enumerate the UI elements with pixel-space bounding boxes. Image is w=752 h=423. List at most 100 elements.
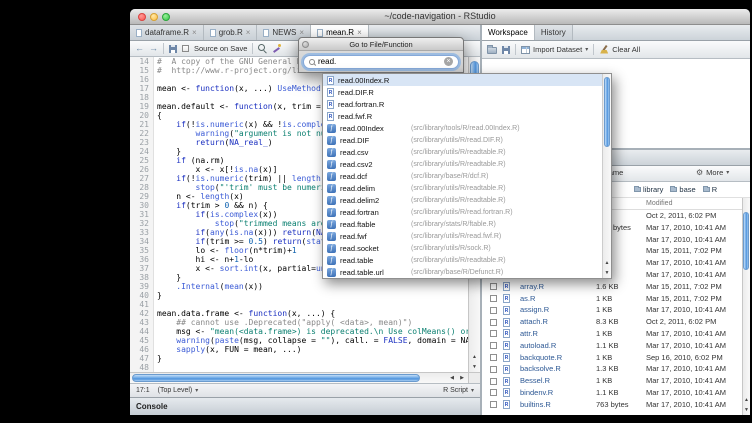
- scroll-down-arrow[interactable]: ▼: [603, 268, 611, 278]
- close-icon[interactable]: ×: [357, 29, 362, 37]
- window-titlebar[interactable]: ~/code-navigation - RStudio: [130, 9, 750, 25]
- close-icon[interactable]: ×: [192, 29, 197, 37]
- goto-result-function[interactable]: fread.csv(src/library/utils/R/readtable.…: [323, 146, 611, 158]
- load-workspace-icon[interactable]: [487, 47, 497, 54]
- save-icon[interactable]: [169, 45, 177, 53]
- row-checkbox[interactable]: [490, 342, 497, 349]
- goto-result-function[interactable]: fread.dcf(src/library/base/R/dcf.R): [323, 170, 611, 182]
- code-line[interactable]: msg <- "mean(<data.frame>) is deprecated…: [157, 327, 468, 336]
- forward-icon[interactable]: →: [149, 44, 158, 53]
- scroll-right-arrow[interactable]: ▶: [457, 373, 467, 383]
- code-line[interactable]: sapply(x, FUN = mean, ...): [157, 345, 468, 354]
- close-window-button[interactable]: [138, 13, 146, 21]
- row-checkbox[interactable]: [490, 401, 497, 408]
- file-name[interactable]: backquote.R: [520, 352, 562, 364]
- code-tools-icon[interactable]: [272, 44, 281, 53]
- code-line[interactable]: ## cannot use .Deprecated("apply( <data>…: [157, 318, 468, 327]
- file-name[interactable]: assign.R: [520, 304, 549, 316]
- find-replace-icon[interactable]: [258, 44, 267, 53]
- goto-result-function[interactable]: fread.socket(src/library/utils/R/sock.R): [323, 242, 611, 254]
- breadcrumb-segment[interactable]: library: [634, 185, 663, 194]
- row-checkbox[interactable]: [490, 330, 497, 337]
- more-button[interactable]: ⚙ More ▾: [696, 168, 729, 177]
- file-name[interactable]: Bessel.R: [520, 375, 550, 387]
- source-on-save-checkbox[interactable]: [182, 45, 189, 52]
- console-pane-header[interactable]: Console: [130, 397, 480, 415]
- editor-tab[interactable]: grob.R×: [204, 25, 258, 40]
- code-line[interactable]: .Internal(mean(x)): [157, 282, 468, 291]
- scope-selector[interactable]: (Top Level) ▾: [158, 387, 199, 394]
- zoom-window-button[interactable]: [162, 13, 170, 21]
- file-row[interactable]: Rbuiltins.R763 bytesMar 17, 2010, 10:41 …: [482, 399, 742, 411]
- code-line[interactable]: [157, 300, 468, 309]
- scroll-up-arrow[interactable]: ▲: [743, 395, 750, 405]
- clear-all-button[interactable]: Clear All: [599, 45, 640, 55]
- goto-result-file[interactable]: Rread.fortran.R: [323, 98, 611, 110]
- file-row[interactable]: Rattr.R1 KBMar 17, 2010, 10:41 AM: [482, 328, 742, 340]
- code-line[interactable]: }: [157, 354, 468, 363]
- goto-result-function[interactable]: fread.table.url(src/library/base/R/Defun…: [323, 266, 611, 278]
- scroll-up-arrow[interactable]: ▲: [469, 352, 480, 362]
- row-checkbox[interactable]: [490, 366, 497, 373]
- file-row[interactable]: Rbindenv.R1.1 KBMar 17, 2010, 10:41 AM: [482, 387, 742, 399]
- editor-tab[interactable]: dataframe.R×: [130, 25, 204, 40]
- scrollbar-thumb[interactable]: [132, 374, 420, 382]
- file-name[interactable]: bindenv.R: [520, 387, 553, 399]
- file-row[interactable]: Ras.R1 KBMar 15, 2011, 7:02 PM: [482, 293, 742, 305]
- breadcrumb-segment[interactable]: base: [670, 185, 695, 194]
- goto-result-function[interactable]: fread.delim(src/library/utils/R/readtabl…: [323, 182, 611, 194]
- file-row[interactable]: Rbackquote.R1 KBSep 16, 2010, 6:02 PM: [482, 352, 742, 364]
- goto-result-function[interactable]: fread.00Index(src/library/tools/R/read.0…: [323, 122, 611, 134]
- row-checkbox[interactable]: [490, 283, 497, 290]
- goto-result-file[interactable]: Rread.00Index.R: [323, 74, 611, 86]
- dropdown-vertical-scrollbar[interactable]: ▲ ▼: [602, 74, 611, 278]
- code-line[interactable]: }: [157, 291, 468, 300]
- file-name[interactable]: attr.R: [520, 328, 538, 340]
- goto-result-function[interactable]: fread.ftable(src/library/stats/R/ftable.…: [323, 218, 611, 230]
- goto-result-function[interactable]: fread.DIF(src/library/utils/R/read.DIF.R…: [323, 134, 611, 146]
- file-row[interactable]: Rassign.R1 KBMar 17, 2010, 10:41 AM: [482, 304, 742, 316]
- close-icon[interactable]: ×: [246, 29, 251, 37]
- file-name[interactable]: builtins.R: [520, 399, 551, 411]
- file-name[interactable]: attach.R: [520, 316, 548, 328]
- goto-search-input[interactable]: read. ×: [303, 55, 459, 69]
- scrollbar-thumb[interactable]: [743, 212, 749, 270]
- scroll-left-arrow[interactable]: ◀: [447, 373, 457, 383]
- goto-result-function[interactable]: fread.fwf(src/library/utils/R/read.fwf.R…: [323, 230, 611, 242]
- workspace-tab[interactable]: Workspace: [482, 25, 535, 40]
- files-vertical-scrollbar[interactable]: ▲ ▼: [742, 198, 750, 415]
- row-checkbox[interactable]: [490, 354, 497, 361]
- goto-result-file[interactable]: Rread.fwf.R: [323, 110, 611, 122]
- file-name[interactable]: array.R: [520, 281, 544, 293]
- goto-popup-titlebar[interactable]: Go to File/Function: [299, 38, 463, 51]
- scrollbar-thumb[interactable]: [604, 77, 610, 147]
- file-name[interactable]: backsolve.R: [520, 363, 561, 375]
- scroll-up-arrow[interactable]: ▲: [603, 258, 611, 268]
- file-type-selector[interactable]: R Script ▾: [443, 387, 474, 394]
- row-checkbox[interactable]: [490, 389, 497, 396]
- row-checkbox[interactable]: [490, 295, 497, 302]
- file-row[interactable]: Rbacksolve.R1.3 KBMar 17, 2010, 10:41 AM: [482, 363, 742, 375]
- import-dataset-button[interactable]: Import Dataset ▾: [521, 45, 588, 54]
- file-row[interactable]: RBessel.R1 KBMar 17, 2010, 10:41 AM: [482, 375, 742, 387]
- file-name[interactable]: as.R: [520, 293, 535, 305]
- goto-result-function[interactable]: fread.delim2(src/library/utils/R/readtab…: [323, 194, 611, 206]
- row-checkbox[interactable]: [490, 307, 497, 314]
- file-name[interactable]: autoload.R: [520, 340, 556, 352]
- file-row[interactable]: Rarray.R1.6 KBMar 15, 2011, 7:02 PM: [482, 281, 742, 293]
- workspace-tab[interactable]: History: [535, 25, 573, 40]
- breadcrumb-segment[interactable]: R: [703, 185, 717, 194]
- modified-column-header[interactable]: Modified: [646, 200, 672, 207]
- code-line[interactable]: warning(paste(msg, collapse = ""), call.…: [157, 336, 468, 345]
- file-row[interactable]: Rautoload.R1.1 KBMar 17, 2010, 10:41 AM: [482, 340, 742, 352]
- scroll-down-arrow[interactable]: ▼: [469, 362, 480, 372]
- goto-result-file[interactable]: Rread.DIF.R: [323, 86, 611, 98]
- row-checkbox[interactable]: [490, 378, 497, 385]
- clear-search-icon[interactable]: ×: [444, 57, 453, 66]
- close-icon[interactable]: ×: [299, 29, 304, 37]
- row-checkbox[interactable]: [490, 319, 497, 326]
- code-line[interactable]: [157, 363, 468, 372]
- save-workspace-icon[interactable]: [502, 46, 510, 54]
- editor-horizontal-scrollbar[interactable]: ◀ ▶: [130, 372, 468, 383]
- popup-close-button[interactable]: [302, 41, 309, 48]
